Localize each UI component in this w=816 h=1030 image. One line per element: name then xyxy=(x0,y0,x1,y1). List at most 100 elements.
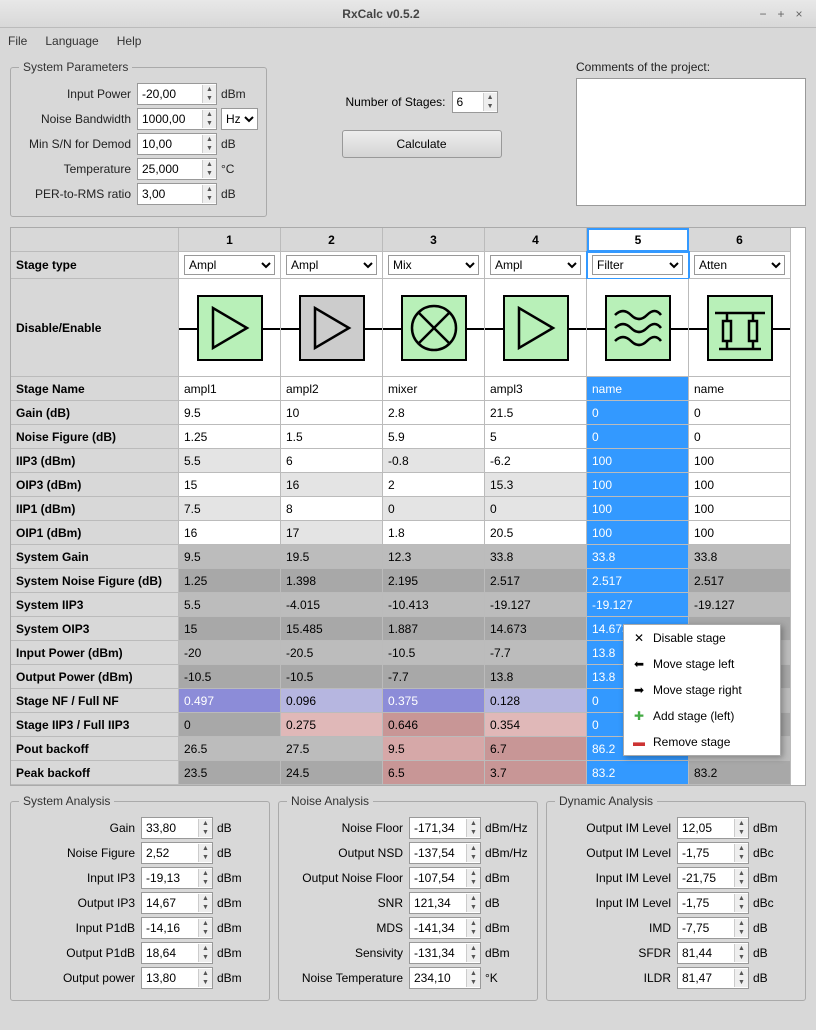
cell-stageiip3-1[interactable]: 0 xyxy=(179,713,281,737)
col-header-4[interactable]: 4 xyxy=(485,228,587,252)
onf-field[interactable]: ▲▼ xyxy=(409,867,481,889)
ctx-move-right[interactable]: ➡Move stage right xyxy=(624,677,780,703)
menu-language[interactable]: Language xyxy=(45,34,98,48)
cell-iip3-3[interactable]: -0.8 xyxy=(383,449,485,473)
cell-stagenf-3[interactable]: 0.375 xyxy=(383,689,485,713)
cell-oip3-4[interactable]: 15.3 xyxy=(485,473,587,497)
onsd-field[interactable]: ▲▼ xyxy=(409,842,481,864)
cell-iip3-2[interactable]: 6 xyxy=(281,449,383,473)
cell-sysoip3-1[interactable]: 15 xyxy=(179,617,281,641)
col-header-1[interactable]: 1 xyxy=(179,228,281,252)
ildr-field[interactable]: ▲▼ xyxy=(677,967,749,989)
cell-outpower-3[interactable]: -7.7 xyxy=(383,665,485,689)
oim1-field[interactable]: ▲▼ xyxy=(677,817,749,839)
cell-inpower-4[interactable]: -7.7 xyxy=(485,641,587,665)
cell-iip1-6[interactable]: 100 xyxy=(689,497,791,521)
cell-peakback-3[interactable]: 6.5 xyxy=(383,761,485,785)
mds-field[interactable]: ▲▼ xyxy=(409,917,481,939)
cell-iip1-2[interactable]: 8 xyxy=(281,497,383,521)
cell-sysgain-3[interactable]: 12.3 xyxy=(383,545,485,569)
stage-type-select-2[interactable]: Ampl xyxy=(281,252,383,279)
comments-field[interactable] xyxy=(576,78,806,206)
stage-icon-4[interactable] xyxy=(485,279,587,377)
cell-sysoip3-4[interactable]: 14.673 xyxy=(485,617,587,641)
cell-stage_name-6[interactable]: name xyxy=(689,377,791,401)
cell-oip1-6[interactable]: 100 xyxy=(689,521,791,545)
cell-sysgain-2[interactable]: 19.5 xyxy=(281,545,383,569)
cell-outpower-1[interactable]: -10.5 xyxy=(179,665,281,689)
cell-sysoip3-2[interactable]: 15.485 xyxy=(281,617,383,641)
stage-type-select-6[interactable]: Atten xyxy=(689,252,791,279)
input-power-field[interactable]: ▲▼ xyxy=(137,83,217,105)
sens-field[interactable]: ▲▼ xyxy=(409,942,481,964)
cell-oip3-5[interactable]: 100 xyxy=(587,473,689,497)
cell-iip3-6[interactable]: 100 xyxy=(689,449,791,473)
cell-peakback-2[interactable]: 24.5 xyxy=(281,761,383,785)
cell-sysnf-6[interactable]: 2.517 xyxy=(689,569,791,593)
cell-peakback-5[interactable]: 83.2 xyxy=(587,761,689,785)
cell-nf-2[interactable]: 1.5 xyxy=(281,425,383,449)
min-sn-field[interactable]: ▲▼ xyxy=(137,133,217,155)
cell-gain-5[interactable]: 0 xyxy=(587,401,689,425)
cell-inpower-2[interactable]: -20.5 xyxy=(281,641,383,665)
cell-iip1-4[interactable]: 0 xyxy=(485,497,587,521)
cell-stage_name-4[interactable]: ampl3 xyxy=(485,377,587,401)
temperature-field[interactable]: ▲▼ xyxy=(137,158,217,180)
stage-type-select-4[interactable]: Ampl xyxy=(485,252,587,279)
cell-oip1-5[interactable]: 100 xyxy=(587,521,689,545)
numstages-field[interactable]: ▲▼ xyxy=(452,91,498,113)
cell-poutback-2[interactable]: 27.5 xyxy=(281,737,383,761)
cell-outpower-2[interactable]: -10.5 xyxy=(281,665,383,689)
cell-oip1-3[interactable]: 1.8 xyxy=(383,521,485,545)
cell-nf-6[interactable]: 0 xyxy=(689,425,791,449)
stage-type-select-1[interactable]: Ampl xyxy=(179,252,281,279)
maximize-icon[interactable]: + xyxy=(772,7,790,21)
cell-iip1-1[interactable]: 7.5 xyxy=(179,497,281,521)
cell-gain-4[interactable]: 21.5 xyxy=(485,401,587,425)
iip3-field[interactable]: ▲▼ xyxy=(141,867,213,889)
menu-file[interactable]: File xyxy=(8,34,27,48)
cell-iip3-4[interactable]: -6.2 xyxy=(485,449,587,473)
cell-sysiip3-4[interactable]: -19.127 xyxy=(485,593,587,617)
cell-gain-3[interactable]: 2.8 xyxy=(383,401,485,425)
cell-stageiip3-2[interactable]: 0.275 xyxy=(281,713,383,737)
iim1-field[interactable]: ▲▼ xyxy=(677,867,749,889)
cell-sysgain-4[interactable]: 33.8 xyxy=(485,545,587,569)
cell-sysoip3-3[interactable]: 1.887 xyxy=(383,617,485,641)
cell-stage_name-3[interactable]: mixer xyxy=(383,377,485,401)
cell-inpower-3[interactable]: -10.5 xyxy=(383,641,485,665)
calculate-button[interactable]: Calculate xyxy=(342,130,502,158)
op1-field[interactable]: ▲▼ xyxy=(141,942,213,964)
cell-oip1-1[interactable]: 16 xyxy=(179,521,281,545)
nf-field[interactable]: ▲▼ xyxy=(141,842,213,864)
stage-type-select-5[interactable]: Filter xyxy=(587,252,689,279)
ctx-disable-stage[interactable]: ✕Disable stage xyxy=(624,625,780,651)
cell-sysnf-5[interactable]: 2.517 xyxy=(587,569,689,593)
menu-help[interactable]: Help xyxy=(117,34,142,48)
cell-stageiip3-4[interactable]: 0.354 xyxy=(485,713,587,737)
stage-icon-3[interactable] xyxy=(383,279,485,377)
cell-stagenf-4[interactable]: 0.128 xyxy=(485,689,587,713)
cell-peakback-4[interactable]: 3.7 xyxy=(485,761,587,785)
stage-icon-6[interactable] xyxy=(689,279,791,377)
ntemp-field[interactable]: ▲▼ xyxy=(409,967,481,989)
cell-oip3-2[interactable]: 16 xyxy=(281,473,383,497)
col-header-6[interactable]: 6 xyxy=(689,228,791,252)
ctx-add-stage[interactable]: ✚Add stage (left) xyxy=(624,703,780,729)
cell-sysnf-1[interactable]: 1.25 xyxy=(179,569,281,593)
cell-stage_name-1[interactable]: ampl1 xyxy=(179,377,281,401)
cell-inpower-1[interactable]: -20 xyxy=(179,641,281,665)
col-header-2[interactable]: 2 xyxy=(281,228,383,252)
cell-nf-4[interactable]: 5 xyxy=(485,425,587,449)
cell-iip3-1[interactable]: 5.5 xyxy=(179,449,281,473)
per-rms-field[interactable]: ▲▼ xyxy=(137,183,217,205)
gain-field[interactable]: ▲▼ xyxy=(141,817,213,839)
cell-stageiip3-3[interactable]: 0.646 xyxy=(383,713,485,737)
cell-poutback-3[interactable]: 9.5 xyxy=(383,737,485,761)
cell-oip3-6[interactable]: 100 xyxy=(689,473,791,497)
cell-sysiip3-2[interactable]: -4.015 xyxy=(281,593,383,617)
cell-peakback-1[interactable]: 23.5 xyxy=(179,761,281,785)
cell-gain-2[interactable]: 10 xyxy=(281,401,383,425)
oim2-field[interactable]: ▲▼ xyxy=(677,842,749,864)
ctx-move-left[interactable]: ⬅Move stage left xyxy=(624,651,780,677)
